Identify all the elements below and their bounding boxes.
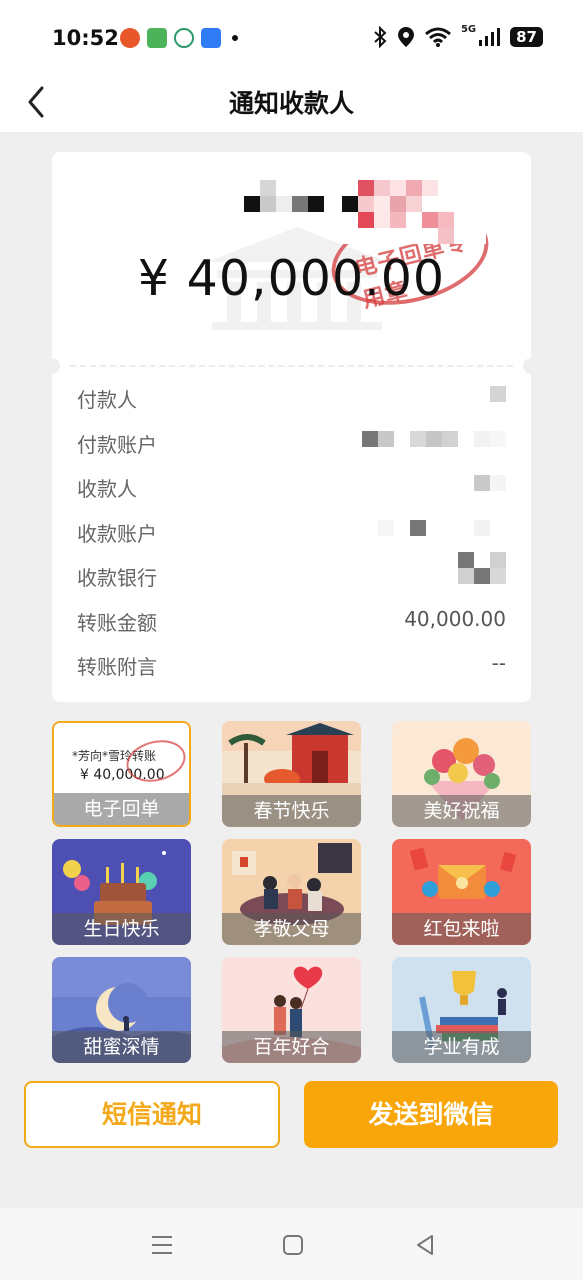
send-to-wechat-button[interactable]: 发送到微信 <box>304 1081 558 1148</box>
payee-bank-masked-value <box>458 552 506 584</box>
nav-bar: 通知收款人 <box>0 78 583 132</box>
status-bar: 10:52 5G 87 <box>0 0 583 78</box>
mini-receipt: *芳向*雪玲转账 ¥ 40,000.00 <box>54 723 189 797</box>
template-label: 甜蜜深情 <box>52 1031 191 1063</box>
payee-name-masked <box>342 180 486 244</box>
transfer-amount: ¥ 40,000.00 <box>137 250 446 307</box>
template-happy-marriage[interactable]: 百年好合 <box>222 957 361 1063</box>
template-label: 生日快乐 <box>52 913 191 945</box>
page-title: 通知收款人 <box>228 89 354 118</box>
signal-icon <box>479 28 501 46</box>
network-type: 5G <box>460 23 477 35</box>
detail-label: 转账金额 <box>77 610 157 635</box>
receipt-divider <box>70 365 513 367</box>
wifi-icon <box>424 27 451 47</box>
calendar-icon <box>201 28 221 48</box>
receipt-card: 电子回单专用章 ¥ 40,000.00 付款人 付款账户 收款人 收款账户 收款… <box>52 152 531 702</box>
system-nav-bar <box>0 1208 583 1280</box>
payer-name-masked <box>244 180 324 212</box>
template-red-packet[interactable]: 红包来啦 <box>392 839 531 945</box>
template-label: 美好祝福 <box>392 795 531 827</box>
receipt-details: 付款人 付款账户 收款人 收款账户 收款银行 转账金额 40,000.00 转账… <box>77 374 506 686</box>
template-label: 春节快乐 <box>222 795 361 827</box>
notification-icons <box>120 28 238 48</box>
receipt-header: 电子回单专用章 ¥ 40,000.00 <box>52 152 531 364</box>
template-spring-festival[interactable]: 春节快乐 <box>222 721 361 827</box>
detail-label: 收款账户 <box>77 521 157 546</box>
battery-icon: 87 <box>510 27 543 47</box>
back-triangle-icon[interactable] <box>410 1230 440 1260</box>
detail-label: 收款银行 <box>77 566 157 590</box>
template-best-wishes[interactable]: 美好祝福 <box>392 721 531 827</box>
detail-row-amount: 转账金额 40,000.00 <box>77 597 506 642</box>
detail-row-payee-account: 收款账户 <box>77 508 506 553</box>
home-icon[interactable] <box>278 1230 308 1260</box>
sms-notify-button[interactable]: 短信通知 <box>24 1081 280 1148</box>
detail-value-remark: -- <box>491 651 506 675</box>
detail-row-remark: 转账附言 -- <box>77 641 506 686</box>
bluetooth-icon <box>374 26 387 48</box>
receipt-notch-right <box>523 358 531 374</box>
app-icon <box>174 28 194 48</box>
detail-row-payee-bank: 收款银行 <box>77 552 506 597</box>
detail-label: 付款人 <box>77 388 137 412</box>
detail-label: 收款人 <box>77 477 137 501</box>
template-sweet-love[interactable]: 甜蜜深情 <box>52 957 191 1063</box>
location-icon <box>397 27 414 47</box>
more-notifications-dot <box>232 35 238 41</box>
template-label: 孝敬父母 <box>222 913 361 945</box>
template-e-receipt[interactable]: *芳向*雪玲转账 ¥ 40,000.00 电子回单 <box>52 721 191 827</box>
payer-account-masked-value <box>362 430 506 447</box>
template-label: 红包来啦 <box>392 913 531 945</box>
payer-masked-value <box>490 386 506 402</box>
template-filial-piety[interactable]: 孝敬父母 <box>222 839 361 945</box>
detail-value-amount: 40,000.00 <box>404 606 506 631</box>
payee-masked-value <box>474 475 506 491</box>
template-label: 电子回单 <box>54 793 189 825</box>
system-icons: 5G 87 <box>373 23 543 48</box>
detail-label: 转账附言 <box>77 655 157 679</box>
template-label: 百年好合 <box>222 1031 361 1063</box>
detail-row-payer: 付款人 <box>77 374 506 419</box>
template-label: 学业有成 <box>392 1031 531 1063</box>
detail-row-payee: 收款人 <box>77 463 506 508</box>
payee-account-masked-value <box>378 519 506 536</box>
status-time: 10:52 <box>52 26 119 50</box>
menu-icon[interactable] <box>147 1230 177 1260</box>
detail-row-payer-account: 付款账户 <box>77 419 506 464</box>
app-notification-icon <box>120 28 140 48</box>
template-birthday[interactable]: 生日快乐 <box>52 839 191 945</box>
messages-icon <box>147 28 167 48</box>
detail-label: 付款账户 <box>77 432 157 457</box>
template-academic-success[interactable]: 学业有成 <box>392 957 531 1063</box>
